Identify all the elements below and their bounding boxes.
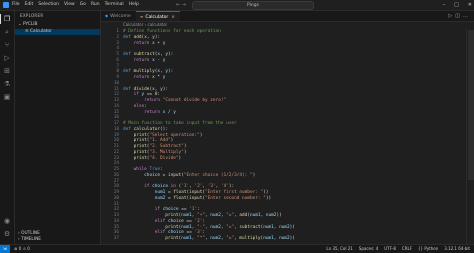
extensions-icon[interactable]: ⊞ [3,67,11,75]
code-line[interactable]: return x + y [123,41,166,47]
menu-item-file[interactable]: File [12,1,20,9]
vscode-icon: ◆ [105,13,109,18]
code-line[interactable]: print(num1, "*", num2, "=", multiply(num… [123,236,295,242]
more-icon[interactable]: … [463,13,471,19]
tab-label: Welcome [110,14,131,19]
code-line[interactable]: return x * y [123,75,166,81]
minimize-icon[interactable]: – [443,1,446,9]
tab-calculator[interactable]: ≡ Calculator × [136,11,180,21]
editor-actions: ▷◫… [448,11,471,21]
code-line[interactable]: print("4. Divide") [123,156,182,162]
activity-bar: ❐ ⌕ ⑂ ▷ ⊞ ⚗ ▣ ◉ ⚙ [0,11,15,244]
python-file-icon: ≡ [25,29,29,34]
split-editor-icon[interactable]: ◫ [455,13,463,19]
chevron-right-icon: › [18,231,20,236]
menu-item-run[interactable]: Run [91,1,100,9]
chevron-down-icon: ⌄ [18,22,22,27]
menu-item-selection[interactable]: Selection [38,1,59,9]
chevron-right-icon: › [18,237,20,242]
code-editor[interactable]: 1 # Define functions for each operation 2 d… [101,28,466,244]
run-debug-icon[interactable]: ▷ [3,54,11,62]
command-center-search[interactable]: Pings [192,1,314,10]
line-number: 37 [113,236,119,241]
file-label: Calculator [29,29,52,34]
code-line[interactable]: return x - y [123,58,166,64]
maximize-icon[interactable]: □ [454,1,459,9]
remote-explorer-icon[interactable]: ▣ [3,93,11,101]
explorer-icon[interactable]: ❐ [0,14,11,24]
file-calculator[interactable]: ≡ Calculator [15,29,100,35]
title-bar: File Edit Selection View Go Run Terminal Help ←… [0,0,474,11]
code-line[interactable]: num2 = float(input("Enter second number:… [123,196,271,202]
minimap-slider[interactable] [468,30,474,180]
source-control-icon[interactable]: ⑂ [3,41,11,49]
close-icon[interactable]: ✕ [468,1,472,9]
timeline-label: TIMELINE [21,237,41,242]
tab-welcome[interactable]: ◆ Welcome [101,11,135,21]
minimap[interactable] [466,28,474,244]
menu-item-go[interactable]: Go [80,1,86,9]
nav-arrows[interactable]: ← → [176,1,186,9]
menu-item-terminal[interactable]: Terminal [105,1,124,9]
timeline-section[interactable]: › TIMELINE [15,237,100,243]
python-file-icon: ≡ [140,14,144,19]
vscode-logo-icon [3,2,9,8]
explorer-sidebar: EXPLORER ⌄ PYCLIB ≡ Calculator › OUTLINE… [15,11,101,244]
code-line[interactable]: choice = input("Enter choice (1/2/3/4): … [123,173,255,179]
explorer-header: EXPLORER [20,13,44,18]
folder-label: PYCLIB [22,22,38,27]
account-icon[interactable]: ◉ [3,217,11,225]
testing-icon[interactable]: ⚗ [3,80,11,88]
code-line[interactable]: return x / y [123,110,176,116]
window-controls: – □ ✕ [443,1,472,9]
editor-tabs: ◆ Welcome ≡ Calculator × ▷◫… [101,11,474,22]
breadcrumb-path[interactable]: Calculator › calculator [123,22,167,27]
tab-label: Calculator [145,15,169,20]
gear-icon[interactable]: ⚙ [3,230,11,238]
menu-item-view[interactable]: View [64,1,75,9]
folder-pyclib[interactable]: ⌄ PYCLIB [15,22,100,28]
search-icon[interactable]: ⌕ [3,28,11,36]
menu-item-help[interactable]: Help [129,1,139,9]
menu-bar: File Edit Selection View Go Run Terminal Help [12,1,139,9]
outline-label: OUTLINE [21,231,40,236]
close-icon[interactable]: × [171,15,175,20]
menu-item-edit[interactable]: Edit [25,1,34,9]
